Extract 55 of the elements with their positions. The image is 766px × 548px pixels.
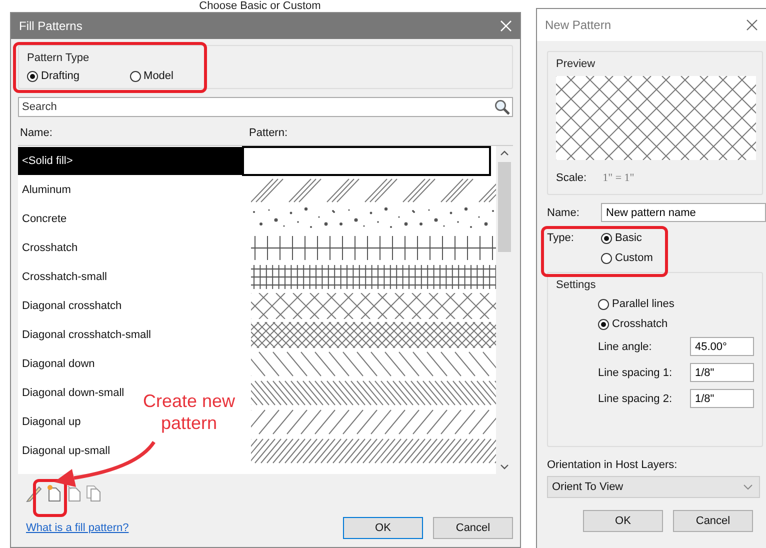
radio-button[interactable]: Model bbox=[130, 70, 174, 82]
page-icon[interactable] bbox=[66, 484, 82, 502]
page-heading: Choose Basic or Custom bbox=[199, 0, 321, 12]
window-title: New Pattern bbox=[545, 18, 612, 32]
scroll-down-icon[interactable] bbox=[500, 464, 509, 470]
radio-button[interactable]: Basic bbox=[601, 232, 642, 244]
scale-label: Scale: bbox=[556, 172, 587, 184]
pattern-name[interactable]: Aluminum bbox=[18, 176, 71, 204]
pattern-name[interactable]: Concrete bbox=[18, 204, 67, 232]
scroll-up-icon[interactable] bbox=[500, 150, 509, 156]
group-label: Preview bbox=[556, 58, 596, 70]
help-link[interactable]: What is a fill pattern? bbox=[26, 522, 129, 534]
field-label: Orientation in Host Layers: bbox=[547, 459, 678, 471]
pattern-name[interactable]: Diagonal down bbox=[18, 350, 95, 378]
input-field[interactable]: 45.00° bbox=[690, 337, 754, 356]
input-field[interactable]: 1/8" bbox=[690, 389, 754, 408]
scrollbar-thumb[interactable] bbox=[498, 162, 511, 252]
column-header: Pattern: bbox=[249, 127, 288, 139]
input-field[interactable]: 1/8" bbox=[690, 363, 754, 382]
pattern-name[interactable]: Diagonal down-small bbox=[18, 378, 124, 406]
dialog-button[interactable]: Cancel bbox=[673, 510, 753, 532]
pattern-name[interactable]: <Solid fill> bbox=[18, 146, 244, 174]
search-icon bbox=[494, 99, 510, 115]
radio-button[interactable]: Crosshatch bbox=[598, 318, 668, 330]
close-icon[interactable] bbox=[746, 19, 758, 31]
pattern-name[interactable]: Diagonal crosshatch-small bbox=[18, 320, 151, 348]
window-title: Fill Patterns bbox=[19, 19, 82, 33]
search-field[interactable]: Search bbox=[18, 97, 513, 117]
radio-button[interactable]: Parallel lines bbox=[598, 298, 674, 310]
field-label: Type: bbox=[547, 231, 575, 246]
pattern-name[interactable]: Crosshatch-small bbox=[18, 262, 107, 290]
pattern-name[interactable]: Diagonal up-small bbox=[18, 436, 110, 464]
scale-value: 1" = 1" bbox=[602, 172, 634, 184]
dialog-button[interactable]: Cancel bbox=[433, 517, 513, 539]
pattern-name[interactable]: Diagonal up bbox=[18, 408, 81, 436]
radio-button[interactable]: Custom bbox=[601, 252, 653, 264]
dialog-button[interactable]: OK bbox=[583, 510, 663, 532]
dropdown[interactable]: Orient To View bbox=[547, 476, 760, 498]
chevron-icon bbox=[743, 484, 753, 490]
field-label: Line spacing 2: bbox=[598, 392, 672, 404]
new-page-icon[interactable] bbox=[46, 484, 62, 502]
dialog-button[interactable]: OK bbox=[343, 517, 423, 539]
group-label: Settings bbox=[556, 279, 597, 291]
field-label: Line angle: bbox=[598, 340, 652, 352]
copy-icon[interactable] bbox=[86, 484, 102, 502]
column-header: Name: bbox=[20, 127, 54, 139]
pencil-icon[interactable] bbox=[26, 484, 42, 502]
pattern-name[interactable]: Diagonal crosshatch bbox=[18, 292, 122, 320]
pattern-name[interactable]: Crosshatch bbox=[18, 234, 78, 262]
name-field[interactable]: New pattern name bbox=[601, 203, 766, 222]
group-label: Pattern Type bbox=[27, 52, 90, 64]
radio-button[interactable]: Drafting bbox=[27, 70, 80, 82]
field-label: Line spacing 1: bbox=[598, 366, 672, 378]
annotation-text: Create new pattern bbox=[142, 390, 236, 434]
field-label: Name: bbox=[547, 206, 580, 218]
